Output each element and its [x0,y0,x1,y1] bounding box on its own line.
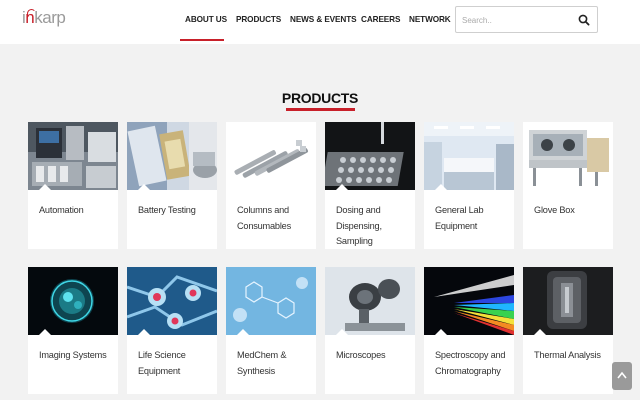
imaging-image [28,267,118,335]
product-card-columns-consumables[interactable]: Columns and Consumables [226,122,316,249]
product-label: Spectroscopy and Chromatography [435,350,506,376]
product-label: MedChem & Synthesis [237,350,287,376]
product-card-microscopes[interactable]: Microscopes [325,267,415,394]
nav-about-us[interactable]: ABOUT US [185,15,227,24]
inkarp-logo[interactable]: inkarp [22,8,68,34]
nav-network[interactable]: NETWORK [409,15,451,24]
product-card-dosing[interactable]: Dosing and Dispensing, Sampling [325,122,415,249]
site-header: inkarp ABOUT US PRODUCTS NEWS & EVENTS C… [0,0,640,44]
product-card-thermal[interactable]: Thermal Analysis [523,267,613,394]
product-card-spectroscopy[interactable]: Spectroscopy and Chromatography [424,267,514,394]
product-label: Imaging Systems [39,350,107,360]
battery-testing-image [127,122,217,190]
product-card-imaging[interactable]: Imaging Systems [28,267,118,394]
microscope-image [325,267,415,335]
product-label: Columns and Consumables [237,205,291,231]
search-icon[interactable] [577,13,591,27]
search-input[interactable] [462,13,572,27]
product-card-general-lab[interactable]: General Lab Equipment [424,122,514,249]
medchem-image [226,267,316,335]
product-label: Life Science Equipment [138,350,186,376]
search-icon-svg [578,14,590,26]
product-card-life-science[interactable]: Life Science Equipment [127,267,217,394]
product-label: General Lab Equipment [435,205,484,231]
nav-news-events[interactable]: NEWS & EVENTS [290,15,357,24]
heading-underline [286,108,355,111]
product-label: Battery Testing [138,205,196,215]
life-science-image [127,267,217,335]
scroll-to-top-button[interactable] [612,362,632,390]
products-heading: PRODUCTS [281,90,359,106]
product-card-medchem[interactable]: MedChem & Synthesis [226,267,316,394]
columns-image [226,122,316,190]
nav-products[interactable]: PRODUCTS [236,15,281,24]
search-box [455,6,598,33]
product-card-automation[interactable]: Automation [28,122,118,249]
dosing-image [325,122,415,190]
spectroscopy-image [424,267,514,335]
product-label: Automation [39,205,84,215]
product-card-glove-box[interactable]: Glove Box [523,122,613,249]
product-card-battery-testing[interactable]: Battery Testing [127,122,217,249]
thermal-image [523,267,613,335]
product-label: Microscopes [336,350,386,360]
nav-active-underline [180,39,224,41]
product-label: Glove Box [534,205,575,215]
product-label: Dosing and Dispensing, Sampling [336,205,382,246]
lab-equipment-image [424,122,514,190]
glove-box-image [523,122,613,190]
chevron-up-icon [617,371,627,379]
nav-careers[interactable]: CAREERS [361,15,400,24]
product-label: Thermal Analysis [534,350,601,360]
automation-image [28,122,118,190]
